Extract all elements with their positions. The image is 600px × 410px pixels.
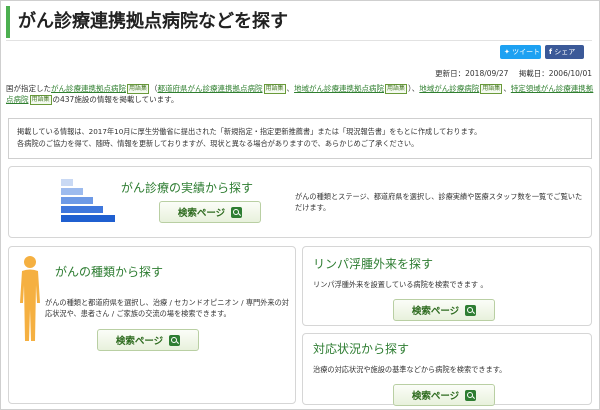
tweet-button[interactable]: ✦ ツイート [500, 45, 541, 59]
card-title: 対応状況から探す [313, 342, 410, 356]
notice-box: 掲載している情報は、2017年10月に厚生労働省に提出された「新規指定・指定更新… [8, 118, 592, 159]
updated-date: 更新日：2018/09/27 [435, 69, 509, 78]
link-regional-cancer-hospital[interactable]: 地域がん診療病院 [419, 84, 479, 93]
notice-line: 掲載している情報は、2017年10月に厚生労働省に提出された「新規指定・指定更新… [17, 127, 482, 136]
response-search-button[interactable]: 検索ページ [393, 384, 495, 406]
card-description: 治療の対応状況や施設の基準などから病院を検索できます。 [313, 365, 507, 374]
intro-open-paren: （ [150, 84, 158, 93]
link-regional-hub-hospital[interactable]: 地域がん診療連携拠点病院 [294, 84, 384, 93]
link-prefectural-hub-hospital[interactable]: 都道府県がん診療連携拠点病院 [158, 84, 263, 93]
intro-separator: 、 [503, 84, 511, 93]
tweet-label: ツイート [512, 48, 541, 56]
glossary-tag[interactable]: 用語集 [480, 84, 503, 94]
search-icon [231, 206, 243, 218]
notice-line: 各病院のご協力を得て、随時、情報を更新しておりますが、現状と異なる場合があります… [17, 139, 419, 148]
search-icon [465, 304, 477, 316]
card-description: リンパ浮腫外来を設置している病院を検索できます 。 [313, 280, 488, 289]
title-divider [6, 40, 592, 41]
lymphedema-search-button[interactable]: 検索ページ [393, 299, 495, 321]
card-search-by-performance: がん診療の実績から探す 検索ページ がんの種類とステージ、都道府県を選択し、診療… [8, 166, 592, 238]
published-date: 掲載日：2006/10/01 [518, 69, 592, 78]
card-title: リンパ浮腫外来を探す [313, 257, 434, 271]
glossary-tag[interactable]: 用語集 [263, 84, 286, 94]
performance-search-button[interactable]: 検索ページ [159, 201, 261, 223]
link-cancer-hub-hospital[interactable]: がん診療連携拠点病院 [51, 84, 126, 93]
card-search-by-response-status: 対応状況から探す 治療の対応状況や施設の基準などから病院を検索できます。 検索ペ… [302, 333, 592, 406]
intro-text: 国が指定したがん診療連携拠点病院 用語集 （都道府県がん診療連携拠点病院 用語集 、地域… [6, 83, 594, 105]
stairs-chart-icon [61, 179, 117, 225]
cancer-type-search-button[interactable]: 検索ページ [97, 329, 199, 351]
page-title: がん診療連携拠点病院などを探す [6, 6, 592, 38]
search-icon [169, 334, 181, 346]
search-button-label: 検索ページ [411, 306, 460, 317]
card-title: がんの種類から探す [55, 265, 164, 279]
glossary-tag[interactable]: 用語集 [127, 84, 150, 94]
search-button-label: 検索ページ [115, 336, 164, 347]
card-description: がんの種類と都道府県を選択し、治療 / セカンドオピニオン / 専門外来の対応状… [45, 298, 289, 318]
intro-separator: 、 [286, 84, 295, 93]
facebook-share-button[interactable]: f シェア [545, 45, 584, 59]
search-button-label: 検索ページ [411, 391, 460, 402]
card-search-by-cancer-type: がんの種類から探す がんの種類と都道府県を選択し、治療 / セカンドオピニオン … [8, 246, 296, 404]
facebook-icon: f [549, 48, 553, 56]
search-button-label: 検索ページ [177, 208, 226, 219]
intro-prefix: 国が指定した [6, 84, 51, 93]
glossary-tag[interactable]: 用語集 [29, 95, 52, 105]
page-dates: 更新日：2018/09/27 掲載日：2006/10/01 [380, 68, 592, 79]
glossary-tag[interactable]: 用語集 [385, 84, 408, 94]
intro-close-paren: ）、 [408, 84, 420, 93]
card-description: がんの種類とステージ、都道府県を選択し、診療実績や医療スタッフ数を一覧でご覧いた… [295, 192, 583, 212]
card-search-lymphedema-clinic: リンパ浮腫外来を探す リンパ浮腫外来を設置している病院を検索できます 。 検索ペ… [302, 246, 592, 326]
human-figure-icon [20, 256, 40, 341]
twitter-bird-icon: ✦ [504, 48, 510, 56]
search-icon [465, 389, 477, 401]
share-label: シェア [554, 48, 576, 56]
intro-suffix: の437施設の情報を掲載しています。 [52, 95, 179, 104]
card-title: がん診療の実績から探す [121, 181, 254, 195]
